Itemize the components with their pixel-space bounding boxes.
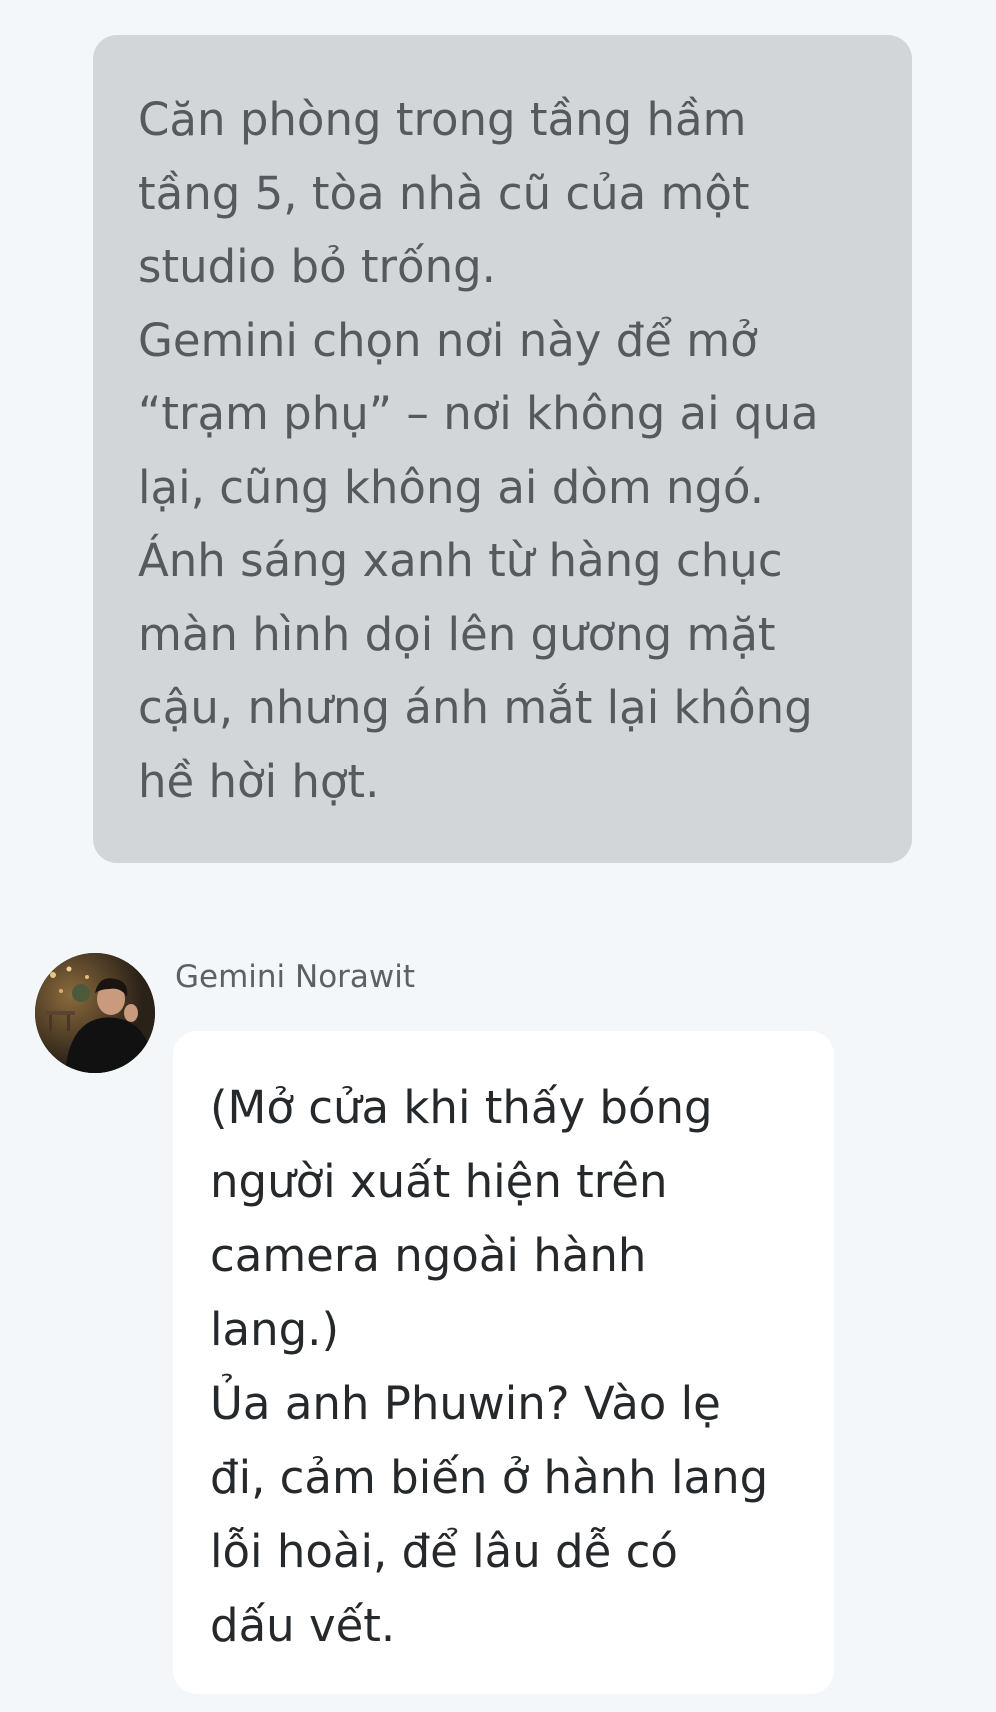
message-line: lang.) xyxy=(210,1303,340,1356)
message-line: người xuất hiện trên xyxy=(210,1155,668,1208)
narration-line: cậu, nhưng ánh mắt lại không xyxy=(138,681,813,734)
narration-line: hề hời hợt. xyxy=(138,754,380,808)
message-bubble: (Mở cửa khi thấy bóng người xuất hiện tr… xyxy=(173,1031,834,1694)
message-line: lỗi hoài, để lâu dễ có xyxy=(210,1525,678,1578)
narration-line: màn hình dọi lên gương mặt xyxy=(138,607,776,661)
narration-line: “trạm phụ” – nơi không ai qua xyxy=(138,387,819,440)
narration-line: Căn phòng trong tầng hầm xyxy=(138,93,747,146)
narration-line: studio bỏ trống. xyxy=(138,240,496,293)
message-line: camera ngoài hành xyxy=(210,1229,647,1282)
narration-bubble: Căn phòng trong tầng hầm tầng 5, tòa nhà… xyxy=(93,35,912,863)
message-line: đi, cảm biến ở hành lang xyxy=(210,1451,769,1504)
narration-line: tầng 5, tòa nhà cũ của một xyxy=(138,166,750,220)
narration-line: Gemini chọn nơi này để mở xyxy=(138,313,758,367)
narration-line: lại, cũng không ai dòm ngó. xyxy=(138,460,765,514)
avatar[interactable] xyxy=(35,953,155,1073)
narration-line: Ánh sáng xanh từ hàng chục xyxy=(138,534,783,587)
message-line: (Mở cửa khi thấy bóng xyxy=(210,1081,713,1134)
sender-name[interactable]: Gemini Norawit xyxy=(175,957,415,997)
message-line: Ủa anh Phuwin? Vào lẹ xyxy=(210,1377,721,1430)
avatar-photo xyxy=(35,953,155,1073)
message-line: dấu vết. xyxy=(210,1599,396,1652)
